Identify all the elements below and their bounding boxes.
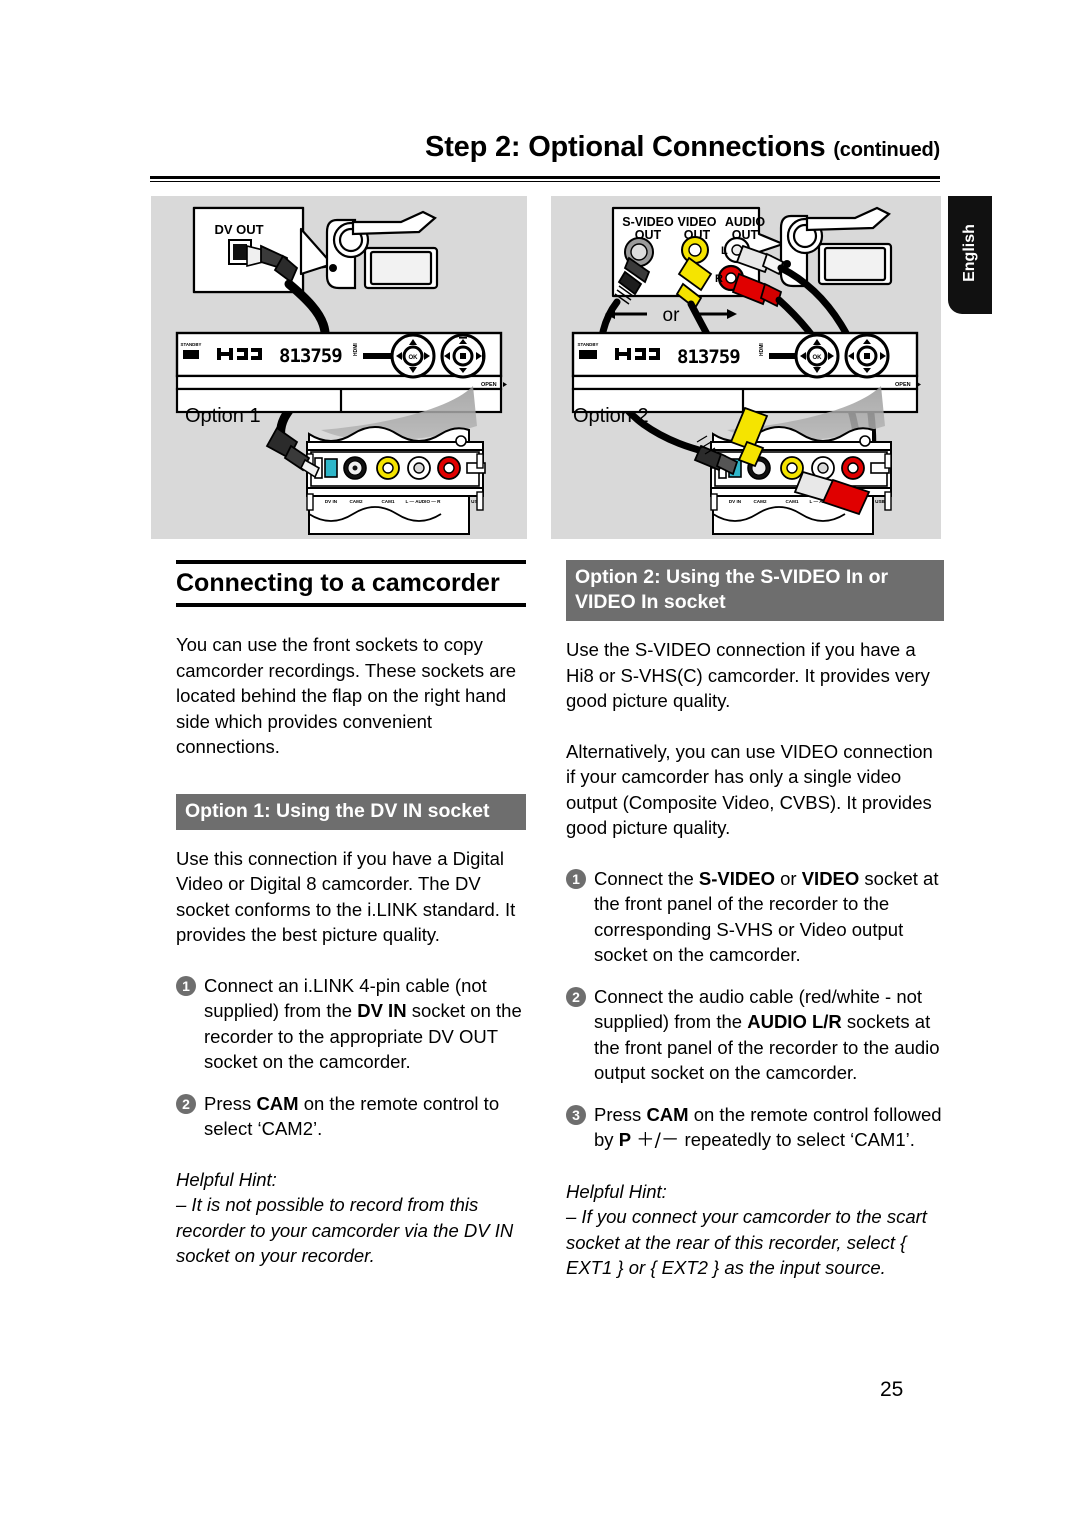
page-title-suffix: (continued) xyxy=(833,139,940,161)
socket-label-dv-in: DV IN xyxy=(325,499,338,504)
step-text: Press CAM on the remote control to selec… xyxy=(204,1092,500,1140)
step-bullet: 3 xyxy=(566,1104,586,1125)
step-text: Connect the S-VIDEO or VIDEO socket at t… xyxy=(594,867,939,966)
figure-2-caption: Option 2 xyxy=(573,405,649,427)
channel-label-l: L xyxy=(721,245,728,257)
svg-text:STANDBY: STANDBY xyxy=(181,342,202,347)
step-text: Connect the audio cable (red/white - not… xyxy=(594,985,940,1084)
option-1-body: Use this connection if you have a Digita… xyxy=(176,847,516,946)
figure-option-2: S-VIDEO OUT VIDEO OUT AUDIO OUT L R or S… xyxy=(551,196,941,539)
figure-option-1: DV OUT STANDBY 813759 HDMI OK OPEN DV IN… xyxy=(151,196,527,539)
step-bullet: 2 xyxy=(176,1093,196,1114)
svg-text:OPEN: OPEN xyxy=(895,382,911,388)
svg-text:OPEN: OPEN xyxy=(481,382,497,388)
callout-label-dv-out: DV OUT xyxy=(214,222,263,237)
socket-label-cam1: CAM1 xyxy=(381,499,394,504)
option-2-bar: Option 2: Using the S-VIDEO In or VIDEO … xyxy=(566,560,944,621)
section-title: Connecting to a camcorder xyxy=(176,560,526,608)
step-text: Press CAM on the remote control followed… xyxy=(594,1103,942,1152)
recorder-display: 813759 xyxy=(279,345,342,367)
page-number: 25 xyxy=(880,1378,904,1401)
language-tab: English xyxy=(948,196,992,314)
svg-text:HDMI: HDMI xyxy=(759,343,765,356)
language-tab-label: English xyxy=(961,224,978,282)
svg-text:CAM2: CAM2 xyxy=(753,499,766,504)
step-bullet: 2 xyxy=(566,986,586,1007)
svg-text:CAM1: CAM1 xyxy=(785,499,798,504)
option-2-body-2: Alternatively, you can use VIDEO connect… xyxy=(566,740,933,839)
step-bullet: 1 xyxy=(176,975,196,996)
svg-text:OK: OK xyxy=(813,355,823,361)
left-column: Connecting to a camcorder You can use th… xyxy=(176,560,526,1269)
helpful-hint-body: – It is not possible to record from this… xyxy=(176,1194,514,1267)
helpful-hint-title: Helpful Hint: xyxy=(566,1180,667,1202)
callout-label-audio-out: AUDIO xyxy=(725,215,766,229)
socket-label-cam2: CAM2 xyxy=(349,499,362,504)
step-text: Connect an i.LINK 4-pin cable (not suppl… xyxy=(204,974,522,1073)
svg-text:HDMI: HDMI xyxy=(353,343,359,356)
manual-page: Step 2: Optional Connections (continued)… xyxy=(0,0,1080,1524)
step-item: 1 Connect an i.LINK 4-pin cable (not sup… xyxy=(176,973,526,1075)
or-label: or xyxy=(663,305,681,326)
header-rule-thick xyxy=(150,176,940,179)
recorder-display-2: 813759 xyxy=(677,346,740,368)
page-title-main: Step 2: Optional Connections xyxy=(425,131,826,163)
step-item: 2 Connect the audio cable (red/white - n… xyxy=(566,984,944,1086)
helpful-hint-title: Helpful Hint: xyxy=(176,1168,277,1190)
svg-text:OK: OK xyxy=(409,355,419,361)
channel-label-r: R xyxy=(715,273,723,285)
callout-label-video-out: VIDEO xyxy=(678,215,717,229)
svg-text:DV IN: DV IN xyxy=(729,499,742,504)
intro-paragraph: You can use the front sockets to copy ca… xyxy=(176,634,517,758)
svg-text:USB: USB xyxy=(875,499,885,504)
figure-1-caption: Option 1 xyxy=(185,405,261,427)
option-2-body-1: Use the S-VIDEO connection if you have a… xyxy=(566,639,930,711)
step-item: 3 Press CAM on the remote control follow… xyxy=(566,1102,944,1154)
svg-text:STANDBY: STANDBY xyxy=(578,342,599,347)
step-bullet: 1 xyxy=(566,868,586,889)
right-column: Option 2: Using the S-VIDEO In or VIDEO … xyxy=(566,560,944,1281)
step-item: 1 Connect the S-VIDEO or VIDEO socket at… xyxy=(566,866,944,968)
header-rule-thin xyxy=(150,181,940,182)
step-item: 2 Press CAM on the remote control to sel… xyxy=(176,1091,526,1142)
callout-label-s-video-out: S-VIDEO xyxy=(622,215,674,229)
page-title: Step 2: Optional Connections (continued) xyxy=(150,133,940,162)
option-1-bar: Option 1: Using the DV IN socket xyxy=(176,793,526,830)
helpful-hint-body: – If you connect your camcorder to the s… xyxy=(566,1206,927,1278)
socket-label-audio: L — AUDIO — R xyxy=(406,499,442,504)
